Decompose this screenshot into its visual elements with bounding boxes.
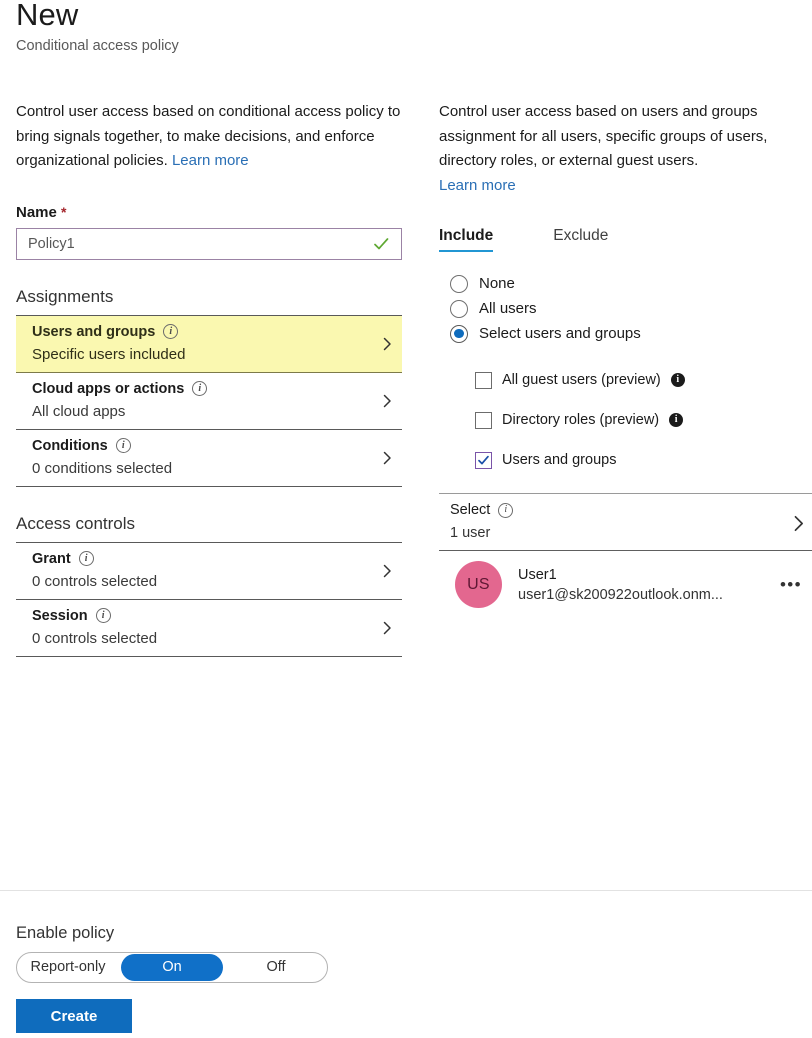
right-intro-text: Control user access based on users and g… [439,100,812,198]
info-filled-icon[interactable]: i [670,373,685,387]
right-panel: Control user access based on users and g… [439,100,812,618]
toggle-option-off[interactable]: Off [225,953,327,982]
footer-panel: Enable policy Report-only On Off Create [16,924,328,1033]
radio-icon [450,274,468,293]
radio-option-select-users-and-groups[interactable]: Select users and groups [439,321,812,346]
left-panel: Control user access based on conditional… [16,100,402,657]
select-row-title-wrap: Select i [450,502,776,518]
info-filled-icon[interactable]: i [669,413,684,427]
assignments-heading: Assignments [16,286,114,306]
row-title-wrap: Cloud apps or actions i [32,381,368,397]
tab-exclude[interactable]: Exclude [553,227,608,252]
row-value: Specific users included [32,345,186,363]
footer-divider [0,890,812,891]
chevron-right-icon [380,564,394,578]
info-circle-icon[interactable]: i [192,381,208,396]
ellipsis-icon[interactable]: ••• [780,575,802,595]
selected-user-list-item[interactable]: US User1 user1@sk200922outlook.onm... ••… [439,551,812,618]
radio-label: Select users and groups [479,325,641,342]
row-value: 0 controls selected [32,629,158,647]
left-intro-text: Control user access based on conditional… [16,100,402,174]
policy-name-input[interactable]: Policy1 [16,227,402,260]
checkbox-label: All guest users (preview) [502,372,661,388]
assignment-row-users-and-groups[interactable]: Users and groups i Specific users includ… [16,315,402,373]
control-row-grant[interactable]: Grant i 0 controls selected [16,543,402,600]
row-title: Session [32,607,88,624]
row-title: Users and groups [32,323,156,340]
select-section: Select i 1 user US User1 user1@sk200922o… [439,493,812,618]
checkbox-label: Directory roles (preview) [502,412,660,428]
select-row-value: 1 user [450,525,491,541]
name-field-label: Name * [16,204,402,221]
right-intro-body: Control user access based on users and g… [439,103,768,169]
checkbox-icon-checked [475,451,492,469]
info-circle-icon[interactable]: i [95,608,111,623]
info-circle-icon[interactable]: i [78,551,94,566]
inclusion-checkbox-group: All guest users (preview) i Directory ro… [439,360,812,480]
conditional-access-policy-page: New Conditional access policy Control us… [0,0,812,1038]
select-row-title: Select [450,502,491,518]
chevron-right-icon [380,394,394,408]
create-button[interactable]: Create [16,999,132,1033]
radio-icon [450,299,468,318]
scope-radio-group: None All users Select users and groups [439,271,812,346]
chevron-right-icon [380,621,394,635]
row-title: Grant [32,550,71,567]
radio-option-none[interactable]: None [439,271,812,296]
tab-include[interactable]: Include [439,227,494,252]
row-value: All cloud apps [32,402,126,420]
row-value: 0 conditions selected [32,459,173,477]
include-exclude-tabs: Include Exclude [439,227,812,252]
chevron-right-icon [380,451,394,465]
checkbox-label: Users and groups [502,452,617,468]
green-check-icon [371,234,391,259]
checkbox-users-and-groups[interactable]: Users and groups [475,440,812,480]
right-learn-more-link[interactable]: Learn more [439,177,516,194]
row-title-wrap: Users and groups i [32,324,368,340]
user-info: User1 user1@sk200922outlook.onm... [518,567,723,603]
info-circle-icon[interactable]: i [163,324,179,339]
left-learn-more-link[interactable]: Learn more [172,152,249,169]
row-title-wrap: Session i [32,608,368,624]
toggle-option-on[interactable]: On [121,954,223,981]
checkbox-directory-roles[interactable]: Directory roles (preview) i [475,400,812,440]
info-circle-icon[interactable]: i [498,502,514,518]
row-title: Conditions [32,437,108,454]
user-email: user1@sk200922outlook.onm... [518,586,723,603]
row-value: 0 controls selected [32,572,158,590]
access-controls-heading: Access controls [16,513,136,533]
policy-name-value: Policy1 [28,235,75,252]
radio-icon-selected [450,324,468,343]
chevron-right-icon [380,337,394,351]
name-label-text: Name [16,203,57,221]
enable-policy-toggle: Report-only On Off [16,952,328,983]
assignment-row-cloud-apps-or-actions[interactable]: Cloud apps or actions i All cloud apps [16,373,402,430]
access-control-rows: Grant i 0 controls selected Session i 0 … [16,541,402,657]
user-display-name: User1 [518,566,557,583]
required-asterisk: * [61,203,67,220]
select-users-row[interactable]: Select i 1 user [439,494,812,551]
control-row-session[interactable]: Session i 0 controls selected [16,600,402,657]
row-title-wrap: Conditions i [32,438,368,454]
page-title: New [16,0,79,32]
info-circle-icon[interactable]: i [115,438,131,453]
assignment-row-conditions[interactable]: Conditions i 0 conditions selected [16,430,402,487]
checkbox-all-guest-users[interactable]: All guest users (preview) i [475,360,812,400]
avatar-initials: US [467,575,490,593]
checkbox-icon [475,411,492,429]
row-title: Cloud apps or actions [32,380,185,397]
radio-option-all-users[interactable]: All users [439,296,812,321]
radio-label: None [479,275,515,292]
page-subtitle: Conditional access policy [16,38,179,54]
radio-label: All users [479,300,537,317]
row-title-wrap: Grant i [32,551,368,567]
assignments-rows: Users and groups i Specific users includ… [16,314,402,487]
avatar: US [455,561,502,608]
toggle-option-report-only[interactable]: Report-only [17,953,119,982]
page-header: New Conditional access policy [16,0,179,56]
checkbox-icon [475,371,492,389]
enable-policy-label: Enable policy [16,924,115,942]
chevron-right-icon [790,515,804,532]
